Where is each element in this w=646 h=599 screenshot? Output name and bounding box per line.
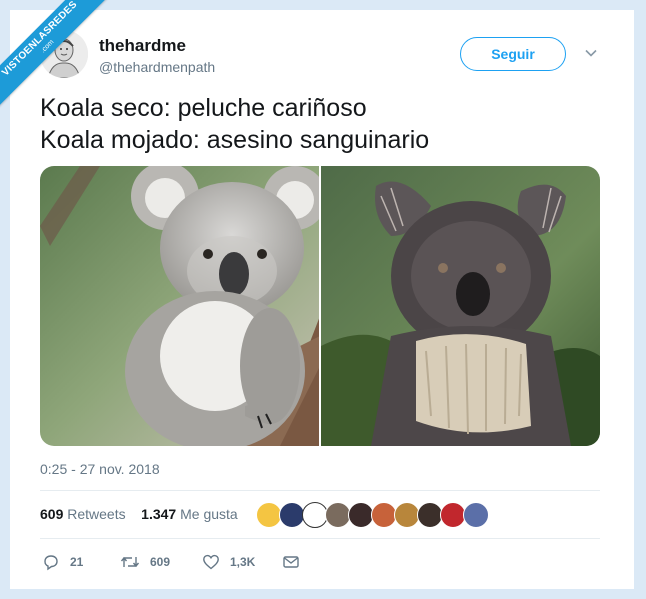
reply-icon [44,555,58,571]
divider-top [40,490,600,491]
like-button[interactable]: 1,3K [202,552,255,572]
like-count: 1,3K [230,555,256,569]
reply-button[interactable]: 21 [42,552,83,572]
wet-koala-image [321,166,600,446]
engagement-stats: 609 Retweets 1.347 Me gusta [40,506,238,522]
watermark-text: VISTOENLASREDES .com [0,0,114,113]
retweets-count[interactable]: 609 [40,506,63,522]
tweet-media[interactable] [40,166,600,446]
likes-label[interactable]: Me gusta [180,506,238,522]
retweet-button[interactable]: 609 [120,552,170,572]
retweets-label[interactable]: Retweets [67,506,125,522]
retweet-count: 609 [150,555,171,569]
follow-button[interactable]: Seguir [460,37,566,71]
watermark-ribbon: VISTOENLASREDES .com [0,0,120,120]
message-button[interactable] [282,552,310,572]
heart-icon [203,554,219,570]
retweet-icon [120,556,140,568]
chevron-down-icon[interactable] [584,46,598,60]
envelope-icon [283,556,299,568]
tweet-line-2: Koala mojado: asesino sanguinario [40,126,430,154]
likes-count[interactable]: 1.347 [141,506,176,522]
dry-koala-image [40,166,327,446]
tweet-timestamp[interactable]: 0:25 - 27 nov. 2018 [40,461,160,477]
divider-bottom [40,538,600,539]
reply-count: 21 [70,555,84,569]
liker-avatar[interactable] [463,502,489,528]
watermark-main: VISTOENLASREDES [0,0,80,79]
